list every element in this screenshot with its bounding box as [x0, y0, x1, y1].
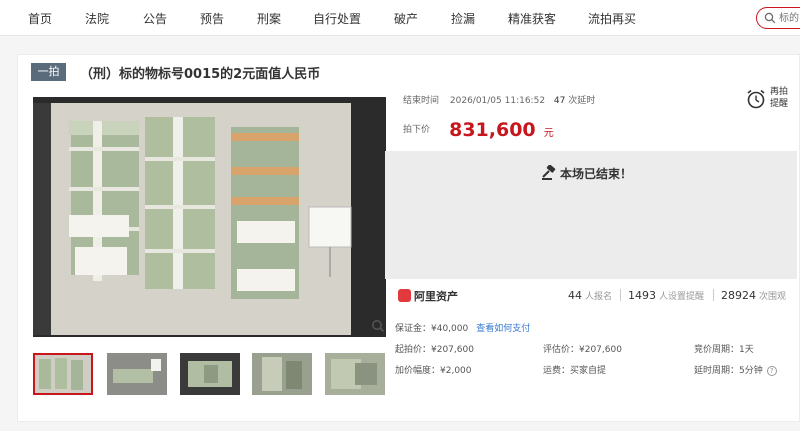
search-icon	[764, 12, 776, 24]
delay-label: 次延时	[568, 96, 596, 106]
view-stat: 28924 次围观	[721, 289, 786, 302]
divider	[713, 289, 714, 301]
nav-item-announcement[interactable]: 公告	[143, 10, 167, 27]
platform-logo[interactable]: 阿里资产	[398, 288, 458, 304]
price-label: 拍下价	[403, 125, 431, 135]
thumbnail-1[interactable]	[33, 353, 93, 395]
platform-name: 阿里资产	[414, 290, 458, 303]
thumbnail-5[interactable]	[325, 353, 385, 395]
delay-cycle: 延时周期：5分钟	[694, 366, 763, 376]
price-unit: 元	[543, 128, 554, 139]
bid-cycle: 竞价周期：1天	[694, 345, 754, 355]
main-product-image[interactable]	[33, 97, 386, 337]
nav-item-relist[interactable]: 流拍再买	[588, 10, 636, 27]
search-box[interactable]	[756, 7, 800, 29]
reminder-label: 人设置提醒	[659, 292, 705, 302]
divider	[620, 289, 621, 301]
nav-item-preview[interactable]: 预告	[200, 10, 224, 27]
end-time-value: 2026/01/05 11:16:52	[449, 96, 546, 106]
thumbnail-4[interactable]	[252, 353, 312, 395]
deposit-row: 保证金：¥40,000 查看如何支付	[395, 321, 530, 334]
banknotes-photo	[33, 97, 386, 337]
price-row: 拍下价 831,600 元	[403, 119, 554, 141]
reminder-stat: 1493 人设置提醒	[628, 289, 704, 302]
start-price: 起拍价：¥207,600	[395, 345, 474, 355]
shipping: 运费：买家自提	[543, 366, 607, 376]
relist-reminder-button[interactable]: 再拍 提醒	[740, 85, 800, 115]
signup-count: 44	[568, 289, 582, 302]
gavel-icon	[542, 165, 556, 180]
nav-item-self-disposal[interactable]: 自行处置	[313, 10, 361, 27]
top-nav: 首页 法院 公告 预告 刑案 自行处置 破产 捡漏 精准获客 流拍再买	[0, 0, 800, 36]
thumbnail-3[interactable]	[180, 353, 240, 395]
nav-item-customer-acquisition[interactable]: 精准获客	[508, 10, 556, 27]
signup-label: 人报名	[585, 292, 613, 302]
auction-ended-panel: 本场已结束！	[385, 151, 797, 279]
alarm-clock-icon	[747, 89, 765, 109]
item-title: （刑）标的物标号0015的2元面值人民币	[80, 67, 321, 82]
nav-item-bargain[interactable]: 捡漏	[451, 10, 475, 27]
remind-line-2: 提醒	[770, 99, 789, 109]
nav-item-bankruptcy[interactable]: 破产	[394, 10, 418, 27]
zoom-icon[interactable]	[371, 319, 385, 333]
appraisal-price: 评估价：¥207,600	[543, 345, 622, 355]
final-price: 831,600	[449, 119, 536, 141]
remind-line-1: 再拍	[770, 87, 789, 97]
auction-round-badge: 一拍	[31, 63, 66, 81]
nav-item-home[interactable]: 首页	[28, 10, 52, 27]
bid-increment: 加价幅度：¥2,000	[395, 366, 472, 376]
view-label: 次围观	[759, 292, 787, 302]
nav-item-court[interactable]: 法院	[85, 10, 109, 27]
view-count: 28924	[721, 289, 756, 302]
thumbnail-2[interactable]	[107, 353, 167, 395]
end-time-label: 结束时间	[403, 96, 440, 106]
delay-cycle-row: 延时周期：5分钟?	[694, 363, 777, 376]
auction-ended-text: 本场已结束！	[560, 167, 633, 181]
auction-card: 一拍 （刑）标的物标号0015的2元面值人民币 结束时间 2026/01/05 …	[17, 54, 800, 422]
question-icon[interactable]: ?	[766, 366, 777, 376]
signup-stat: 44 人报名	[568, 289, 612, 302]
deposit-text: 保证金：¥40,000	[395, 324, 469, 334]
end-time-row: 结束时间 2026/01/05 11:16:52 47 次延时	[403, 93, 595, 106]
search-input[interactable]	[779, 11, 800, 26]
deposit-help-link[interactable]: 查看如何支付	[476, 324, 530, 334]
stats-row: 阿里资产 44 人报名 1493 人设置提醒 28924 次围观	[388, 279, 798, 309]
delay-count: 47	[553, 96, 566, 106]
nav-item-criminal[interactable]: 刑案	[257, 10, 281, 27]
platform-logo-icon	[398, 289, 411, 302]
reminder-count: 1493	[628, 289, 656, 302]
